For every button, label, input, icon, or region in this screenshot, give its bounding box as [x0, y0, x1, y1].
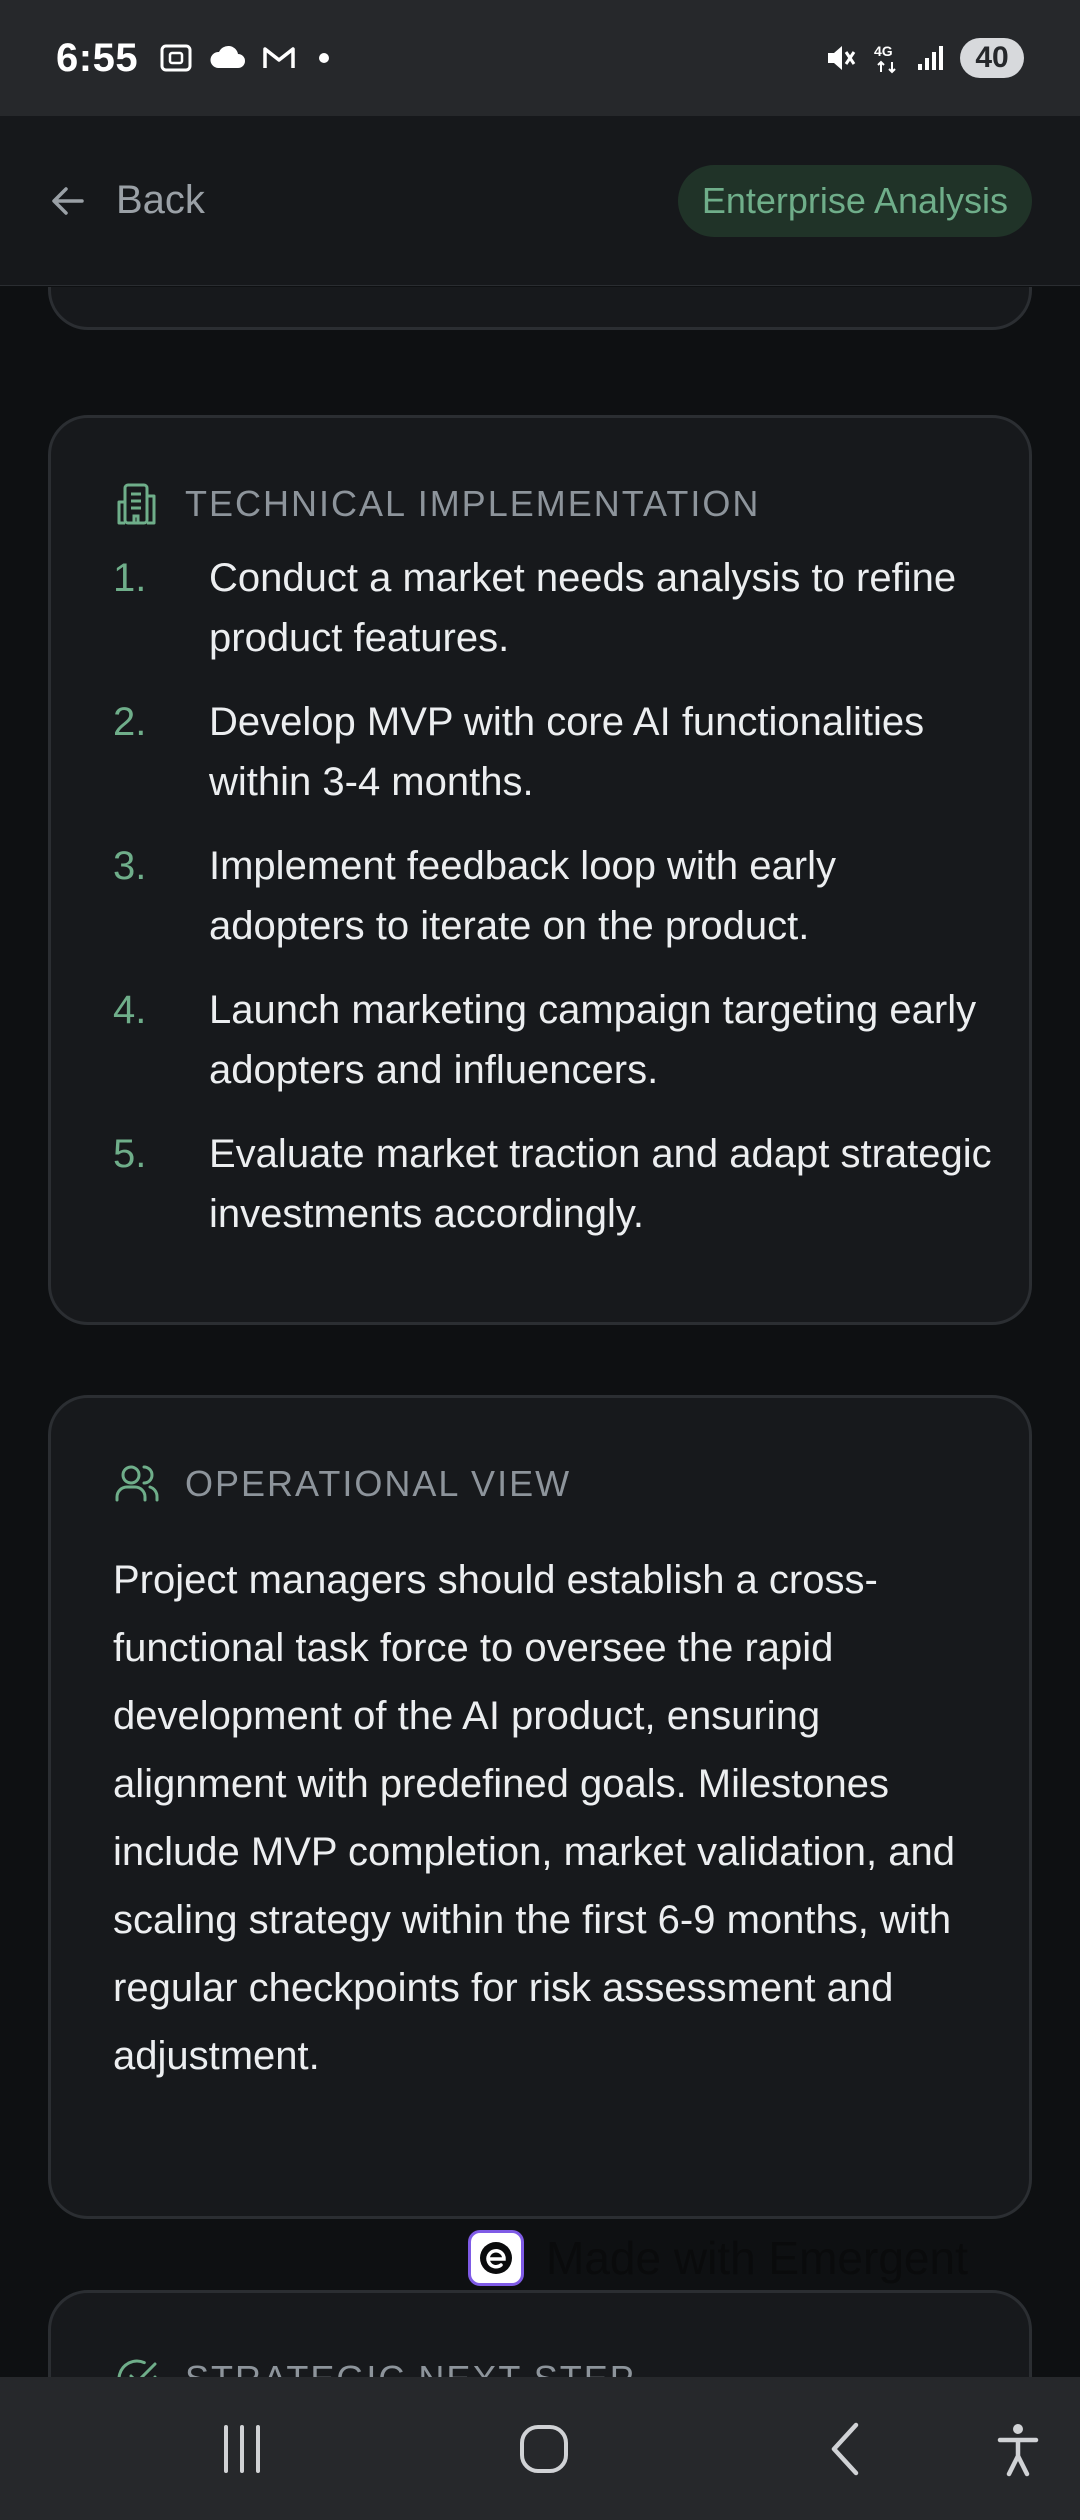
cloud-icon — [210, 45, 246, 68]
technical-implementation-title: TECHNICAL IMPLEMENTATION — [185, 483, 761, 524]
step-text: Launch marketing campaign targeting earl… — [209, 988, 977, 1092]
operational-view-title: OPERATIONAL VIEW — [185, 1463, 572, 1504]
operational-view-body: Project managers should establish a cros… — [113, 1558, 955, 2078]
strategic-next-step-header: STRATEGIC NEXT STEP — [113, 2355, 1029, 2377]
home-button[interactable] — [508, 2413, 580, 2485]
back-button[interactable]: Back — [48, 178, 205, 223]
recent-apps-button[interactable] — [206, 2413, 278, 2485]
status-bar: 6:55 4G 40 — [0, 0, 1080, 116]
status-notification-icons — [158, 40, 336, 76]
users-icon — [115, 1465, 159, 1502]
list-item: 5. Evaluate market traction and adapt st… — [113, 1124, 993, 1244]
chevron-left-icon — [831, 2422, 859, 2476]
step-number: 4. — [113, 988, 147, 1032]
step-number: 1. — [113, 556, 147, 600]
list-item: 2. Develop MVP with core AI functionalit… — [113, 692, 993, 812]
app-header: Back Enterprise Analysis — [0, 116, 1080, 286]
arrow-left-icon — [52, 186, 84, 215]
list-item: 1. Conduct a market needs analysis to re… — [113, 548, 993, 668]
content-scroll-area[interactable]: TECHNICAL IMPLEMENTATION 1. Conduct a ma… — [0, 287, 1080, 2377]
operational-view-header: OPERATIONAL VIEW — [113, 1460, 1029, 1508]
list-item: 3. Implement feedback loop with early ad… — [113, 836, 993, 956]
operational-view-card: OPERATIONAL VIEW Project managers should… — [48, 1395, 1032, 2219]
building-icon — [117, 483, 156, 525]
mute-icon — [828, 46, 856, 70]
list-item: 4. Launch marketing campaign targeting e… — [113, 980, 993, 1100]
accessibility-icon — [997, 2424, 1039, 2477]
made-with-emergent-badge[interactable]: Made with Emergent — [468, 2230, 968, 2286]
analysis-type-badge: Enterprise Analysis — [677, 164, 1032, 237]
implementation-steps-list: 1. Conduct a market needs analysis to re… — [113, 548, 993, 1244]
step-number: 5. — [113, 1132, 147, 1176]
accessibility-button[interactable] — [982, 2413, 1054, 2485]
recent-apps-icon — [224, 2425, 260, 2473]
status-system-icons: 4G 40 — [822, 38, 1024, 78]
step-text: Implement feedback loop with early adopt… — [209, 844, 836, 948]
previous-card — [48, 287, 1032, 330]
emergent-logo-icon — [468, 2230, 524, 2286]
system-back-button[interactable] — [810, 2413, 882, 2485]
back-label: Back — [116, 178, 205, 222]
technical-implementation-card: TECHNICAL IMPLEMENTATION 1. Conduct a ma… — [48, 415, 1032, 1325]
strategic-next-step-card: STRATEGIC NEXT STEP — [48, 2290, 1032, 2377]
strategic-next-step-title: STRATEGIC NEXT STEP — [185, 2358, 636, 2377]
step-number: 2. — [113, 700, 147, 744]
gmail-icon — [263, 47, 295, 68]
status-time: 6:55 — [56, 35, 139, 80]
svg-text:4G: 4G — [874, 43, 893, 59]
screen: 6:55 4G 40 Back Enterprise Analysis TECH… — [0, 0, 1080, 2520]
battery-indicator: 40 — [960, 38, 1024, 78]
technical-implementation-header: TECHNICAL IMPLEMENTATION — [113, 480, 1029, 528]
step-text: Evaluate market traction and adapt strat… — [209, 1132, 992, 1236]
step-number: 3. — [113, 844, 147, 888]
step-text: Develop MVP with core AI functionalities… — [209, 700, 925, 804]
step-text: Conduct a market needs analysis to refin… — [209, 556, 957, 660]
home-icon — [520, 2425, 568, 2473]
screenshot-icon — [160, 44, 192, 72]
notification-dot-icon — [319, 53, 330, 63]
system-navigation-bar — [0, 2377, 1080, 2520]
made-with-emergent-text: Made with Emergent — [546, 2232, 968, 2284]
check-circle-icon — [117, 2359, 157, 2377]
network-4g-icon: 4G — [874, 43, 896, 74]
signal-icon — [918, 46, 943, 70]
